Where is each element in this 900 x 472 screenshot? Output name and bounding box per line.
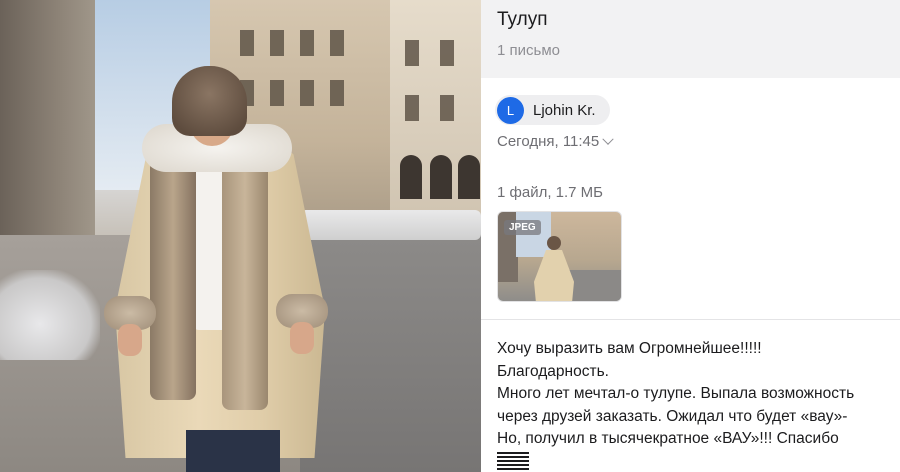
email-date: Сегодня, 11:45 (497, 133, 600, 150)
photo-window (330, 80, 344, 106)
photo-window (240, 30, 254, 56)
attachments-summary: 1 файл, 1.7 МБ (497, 184, 604, 201)
thumb-hat (547, 236, 561, 250)
avatar: L (497, 96, 524, 124)
message-count: 1 письмо (497, 42, 560, 59)
thumb-coat (534, 250, 574, 301)
photo-window (405, 95, 419, 121)
photo-window (440, 95, 454, 121)
photo-window (270, 30, 284, 56)
file-type-badge: JPEG (504, 220, 541, 235)
email-header: Тулуп 1 письмо (481, 0, 900, 78)
photo-arch (430, 155, 452, 199)
jeans (186, 430, 280, 472)
photo-snow-bank (300, 210, 481, 240)
photo-window (300, 80, 314, 106)
photo-window (405, 40, 419, 66)
attachment-thumbnail[interactable]: JPEG (497, 211, 622, 302)
email-panel: Тулуп 1 письмо L Ljohin Kr. Сегодня, 11:… (481, 0, 900, 472)
photo-window (440, 40, 454, 66)
emoji-line (497, 451, 897, 472)
fur-lapel-right (222, 160, 268, 410)
email-subject: Тулуп (497, 9, 548, 30)
hand-left (118, 324, 142, 356)
body-line: Благодарность. (497, 362, 609, 380)
sender-name: Ljohin Kr. (533, 101, 596, 119)
fur-lapel-left (150, 160, 196, 400)
body-line: через друзей заказать. Ожидал что будет … (497, 407, 848, 425)
photo-window (270, 80, 284, 106)
photo-arch (458, 155, 480, 199)
photo-arch (400, 155, 422, 199)
photo-window (300, 30, 314, 56)
chevron-down-icon (602, 133, 614, 145)
email-body: Хочу выразить вам Огромнейшее!!!!! Благо… (497, 338, 897, 472)
photo-snow (0, 270, 100, 360)
hand-right (290, 322, 314, 354)
photo-window (330, 30, 344, 56)
flag-emoji-icon (497, 451, 529, 471)
body-line: Много лет мечтал-о тулупе. Выпала возмож… (497, 385, 855, 402)
divider (481, 319, 900, 320)
fur-hat (172, 66, 247, 136)
date-dropdown[interactable]: Сегодня, 11:45 (497, 133, 614, 150)
customer-photo (0, 0, 481, 472)
sender-chip[interactable]: L Ljohin Kr. (495, 95, 610, 125)
body-line: Но, получил в тысячекратное «ВАУ»!!! Спа… (497, 430, 839, 447)
body-line: Хочу выразить вам Огромнейшее!!!!! (497, 340, 762, 357)
